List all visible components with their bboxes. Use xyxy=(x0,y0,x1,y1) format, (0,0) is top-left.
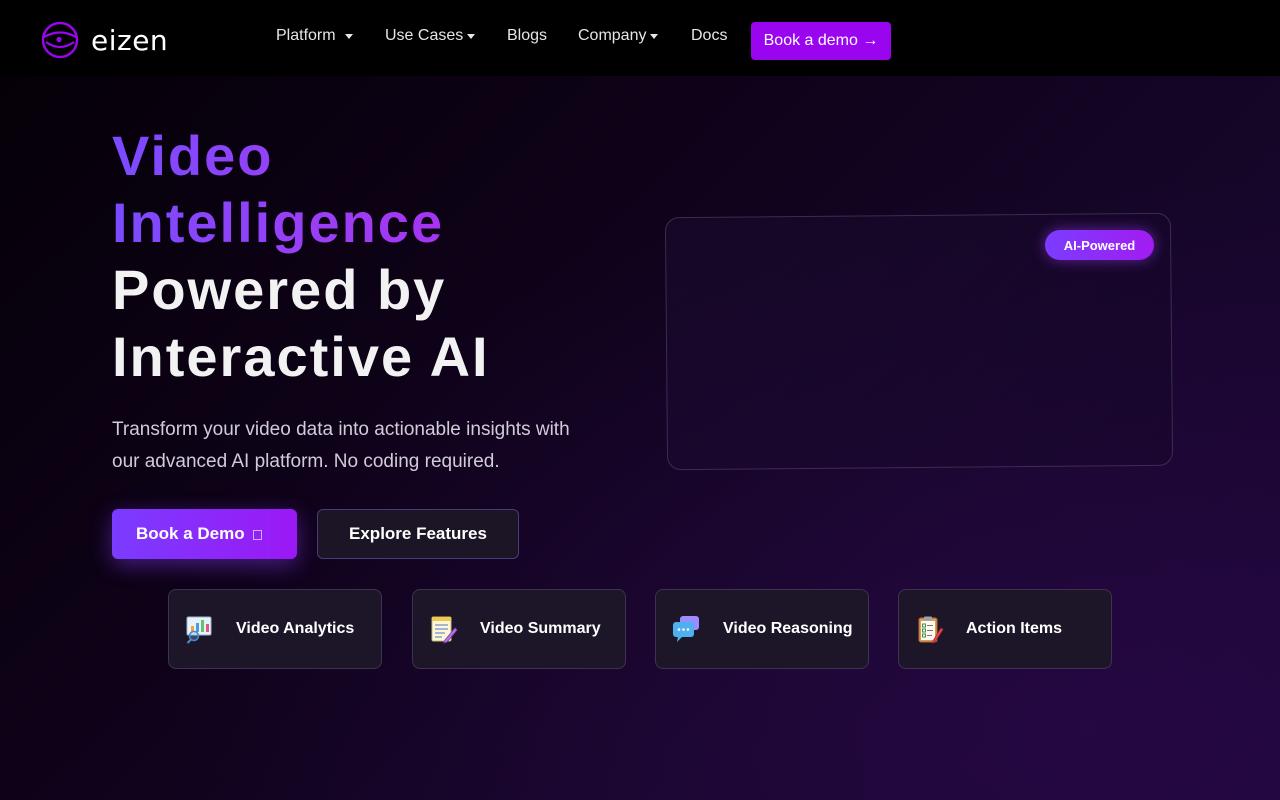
brand-name: eizen xyxy=(91,23,169,57)
nav-item-label: Platform xyxy=(276,27,336,44)
explore-features-button[interactable]: Explore Features xyxy=(317,509,519,559)
notepad-icon xyxy=(431,616,458,644)
headline-line-1: Video xyxy=(112,122,490,189)
nav-item-company[interactable]: Company xyxy=(578,27,659,45)
feature-card-video-analytics[interactable]: Video Analytics xyxy=(168,589,382,669)
feature-label: Action Items xyxy=(966,620,1063,637)
book-demo-nav-button[interactable]: Book a demo → xyxy=(751,22,891,60)
nav-item-use-cases[interactable]: Use Cases xyxy=(385,27,476,45)
feature-label: Video Summary xyxy=(480,620,601,637)
feature-card-action-items[interactable]: Action Items xyxy=(898,589,1112,669)
nav-item-label: Docs xyxy=(691,27,728,44)
nav-item-docs[interactable]: Docs xyxy=(691,27,727,45)
hero-subtitle: Transform your video data into actionabl… xyxy=(112,419,570,472)
ai-powered-badge: AI-Powered xyxy=(1045,230,1154,260)
nav-item-label: Company xyxy=(578,27,647,44)
feature-label: Video Analytics xyxy=(236,620,355,637)
headline-line-2: Intelligence xyxy=(112,189,490,256)
nav-item-label: Blogs xyxy=(507,27,548,44)
feature-card-video-summary[interactable]: Video Summary xyxy=(412,589,626,669)
feature-card-video-reasoning[interactable]: Video Reasoning xyxy=(655,589,869,669)
nav-item-blogs[interactable]: Blogs xyxy=(507,27,547,45)
book-demo-button[interactable]: Book a Demo xyxy=(112,509,297,559)
analytics-icon xyxy=(186,616,212,644)
book-demo-label: Book a Demo xyxy=(136,524,245,543)
chevron-down-icon xyxy=(650,33,659,39)
chat-bubbles-icon xyxy=(673,616,699,642)
chevron-down-icon xyxy=(344,33,353,39)
arrow-placeholder-icon xyxy=(252,530,262,540)
brand-logo[interactable]: eizen xyxy=(40,20,168,60)
chevron-down-icon xyxy=(467,33,476,39)
nav-item-platform[interactable]: Platform xyxy=(276,27,353,45)
feature-label: Video Reasoning xyxy=(723,620,853,637)
hero-headline: Video Intelligence Powered by Interactiv… xyxy=(112,122,490,390)
eizen-logo-icon xyxy=(41,21,79,59)
headline-line-3: Powered by xyxy=(112,258,447,321)
nav-item-label: Use Cases xyxy=(385,27,464,44)
clipboard-checklist-icon xyxy=(918,616,944,644)
headline-line-4: Interactive AI xyxy=(112,325,490,388)
navbar: eizen Platform Use Cases Blogs Company D… xyxy=(0,0,1280,76)
